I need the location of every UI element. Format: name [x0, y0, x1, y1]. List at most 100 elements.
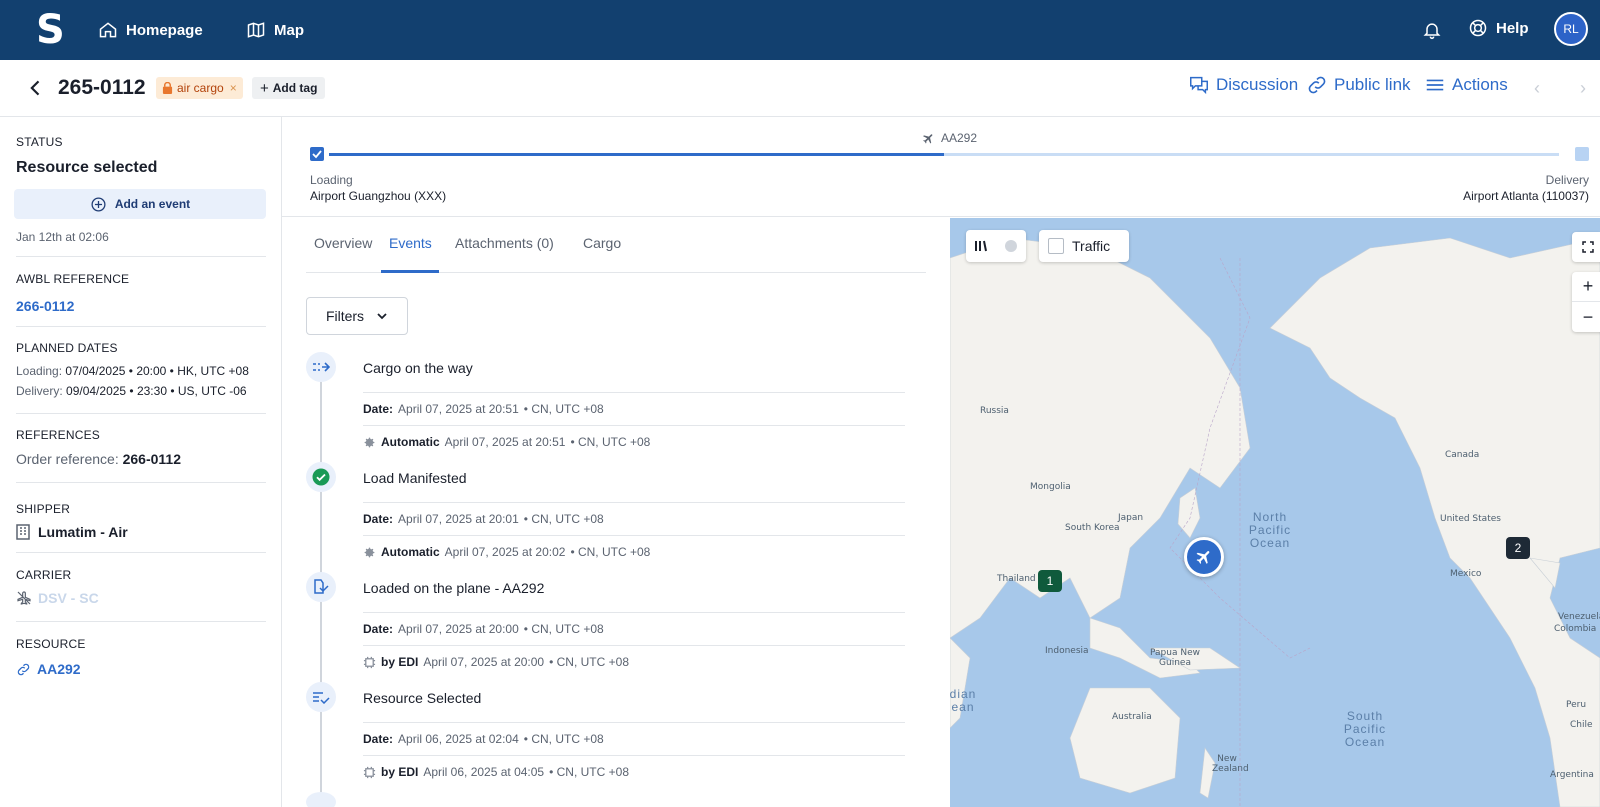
event-source-row: by EDI April 07, 2025 at 20:00 • CN, UTC… — [363, 645, 905, 678]
app-logo[interactable]: S — [36, 10, 66, 50]
carrier-row: DSV - SC — [16, 590, 266, 606]
destination-checkbox — [1575, 147, 1589, 161]
shipper-row: Lumatim - Air — [16, 524, 266, 540]
fullscreen-button[interactable] — [1572, 232, 1600, 262]
origin-marker[interactable]: 1 — [1038, 570, 1062, 592]
add-event-button[interactable]: Add an event — [14, 189, 266, 219]
awbl-label: AWBL REFERENCE — [16, 272, 130, 286]
planned-dates-label: PLANNED DATES — [16, 341, 118, 355]
divider — [16, 482, 266, 483]
help-label: Help — [1496, 19, 1529, 37]
add-tag-button[interactable]: + Add tag — [252, 77, 326, 99]
carrier-label: CARRIER — [16, 568, 72, 582]
event-date-value: April 07, 2025 at 20:51 — [398, 402, 519, 416]
map-style-icon[interactable] — [974, 239, 988, 253]
loading-value: 07/04/2025 • 20:00 • HK, UTC +08 — [65, 364, 249, 378]
tag-remove-icon[interactable]: × — [230, 81, 237, 95]
aircraft-position-marker[interactable] — [1184, 537, 1224, 577]
event-date-value: April 07, 2025 at 20:00 — [398, 622, 519, 636]
airplane-icon — [923, 133, 933, 143]
order-reference-value: 266-0112 — [122, 451, 182, 467]
map-label-russia: Russia — [980, 406, 1009, 416]
active-tab-indicator — [381, 270, 439, 273]
awbl-link[interactable]: 266-0112 — [16, 298, 266, 314]
origin-name: Airport Guangzhou (XXX) — [310, 189, 447, 203]
destination-stop: Delivery Airport Atlanta (110037) — [1463, 172, 1589, 204]
zoom-out-button[interactable]: − — [1572, 302, 1600, 332]
event-date-timezone: • CN, UTC +08 — [523, 622, 604, 636]
zoom-controls: + − — [1572, 272, 1600, 332]
shipper-section: SHIPPER Lumatim - Air — [16, 502, 266, 540]
event-source-value: April 07, 2025 at 20:51 — [444, 435, 566, 449]
chat-bubbles-icon — [1190, 76, 1208, 95]
dashed-arrow-icon — [313, 362, 330, 372]
event-date-key: Date: — [363, 512, 394, 526]
next-shipment-button[interactable]: › — [1580, 78, 1586, 99]
status-section: STATUS Resource selected — [16, 135, 266, 177]
tab-attachments[interactable]: Attachments (0) — [455, 235, 554, 251]
public-link-button[interactable]: Public link — [1306, 74, 1411, 96]
nav-map[interactable]: Map — [246, 18, 304, 42]
resource-label: RESOURCE — [16, 637, 86, 651]
tab-overview[interactable]: Overview — [314, 235, 372, 251]
gear-icon — [364, 547, 375, 557]
zoom-in-button[interactable]: + — [1572, 272, 1600, 302]
traffic-toggle[interactable]: Traffic — [1039, 230, 1129, 262]
event-source: Automatic — [381, 435, 440, 449]
resource-link[interactable]: AA292 — [37, 661, 81, 677]
plus-icon: + — [260, 79, 269, 97]
gear-icon — [364, 437, 375, 447]
references-label: REFERENCES — [16, 428, 101, 442]
event-source-value: April 06, 2025 at 04:05 — [423, 765, 545, 779]
loading-date-row: Loading: 07/04/2025 • 20:00 • HK, UTC +0… — [16, 361, 266, 381]
event-title: Load Manifested — [363, 470, 467, 486]
chip-icon — [363, 656, 376, 668]
event-date-key: Date: — [363, 402, 394, 416]
event-date-value: April 07, 2025 at 20:01 — [398, 512, 519, 526]
satellite-icon[interactable] — [1004, 239, 1018, 253]
menu-icon — [1426, 79, 1444, 91]
event-source: by EDI — [381, 655, 419, 669]
previous-shipment-button[interactable]: ‹ — [1534, 78, 1540, 99]
plus-circle-icon — [91, 196, 106, 212]
event-title: Cargo on the way — [363, 360, 473, 376]
flight-number: AA292 — [941, 131, 978, 145]
actions-button[interactable]: Actions — [1424, 74, 1508, 96]
destination-label: Delivery — [1545, 173, 1589, 187]
timeline-connector — [320, 712, 322, 796]
destination-marker[interactable]: 2 — [1506, 537, 1530, 559]
traffic-checkbox[interactable] — [1048, 238, 1064, 254]
tag-air-cargo[interactable]: air cargo × — [156, 77, 243, 99]
map-label-new-zealand: New Zealand — [1212, 754, 1249, 774]
tab-cargo[interactable]: Cargo — [583, 235, 621, 251]
event-source-timezone: • CN, UTC +08 — [570, 545, 651, 559]
timeline-connector — [320, 602, 322, 686]
event-date-key: Date: — [363, 732, 394, 746]
event-icon — [306, 462, 336, 492]
shipper-value: Lumatim - Air — [38, 524, 128, 540]
event-source-value: April 07, 2025 at 20:02 — [444, 545, 566, 559]
nav-homepage[interactable]: Homepage — [98, 18, 203, 42]
bell-icon[interactable] — [1422, 19, 1442, 41]
tab-events[interactable]: Events — [389, 235, 432, 251]
map-label-indonesia: Indonesia — [1045, 646, 1089, 656]
chip-icon — [363, 766, 376, 778]
origin-label: Loading — [310, 173, 353, 187]
map-style-toggle[interactable] — [966, 230, 1026, 262]
timeline-connector — [320, 492, 322, 576]
shipper-label: SHIPPER — [16, 502, 71, 516]
back-arrow-icon[interactable] — [26, 78, 46, 98]
discussion-button[interactable]: Discussion — [1188, 74, 1298, 96]
status-date: Jan 12th at 02:06 — [16, 230, 109, 244]
shipment-map[interactable]: Russia Mongolia Japan South Korea Thaila… — [950, 218, 1600, 807]
order-reference-row: Order reference: 266-0112 — [16, 451, 266, 467]
help-button[interactable]: Help — [1468, 18, 1529, 38]
event-source-row: Automatic April 07, 2025 at 20:02 • CN, … — [363, 535, 905, 568]
building-icon — [16, 524, 30, 540]
user-avatar[interactable]: RL — [1554, 12, 1588, 46]
filters-button[interactable]: Filters — [306, 297, 408, 335]
add-event-label: Add an event — [114, 197, 191, 211]
map-label-venezuela: Venezuela — [1558, 612, 1600, 622]
map-label-peru: Peru — [1566, 700, 1587, 710]
nav-map-label: Map — [274, 21, 304, 39]
